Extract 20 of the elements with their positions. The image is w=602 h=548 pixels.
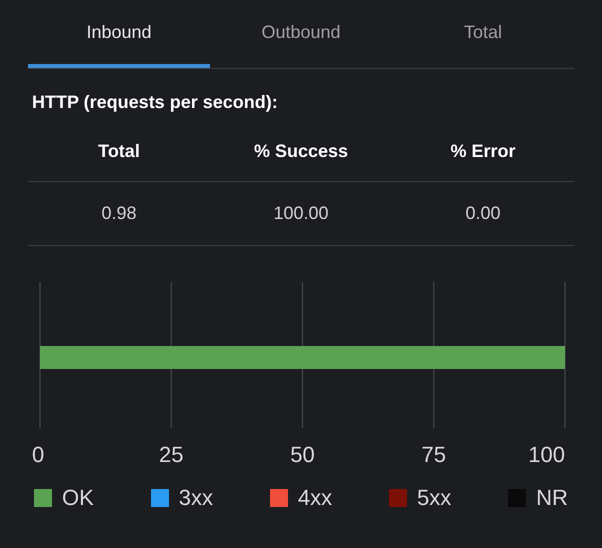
axis-tick-label: 25 [159, 442, 184, 467]
legend-label: OK [62, 484, 94, 512]
column-header: % Success [254, 140, 348, 163]
axis-tick-label: 100 [528, 442, 565, 467]
legend-label: 3xx [178, 484, 213, 512]
tab[interactable]: Total [392, 0, 574, 68]
table-cell-text: 0.98 [101, 202, 137, 225]
section-title: HTTP (requests per second): [32, 91, 279, 114]
axis-tick-label: 0 [32, 442, 44, 467]
axis-tick-label: 50 [290, 442, 315, 467]
table-cell-text: 0.00 [465, 202, 501, 225]
column-header: % Error [450, 140, 516, 163]
tab[interactable]: Inbound [28, 0, 210, 68]
legend-label: NR [536, 484, 568, 512]
column-header: Total [98, 140, 140, 163]
table-cell-text: 100.00 [273, 202, 329, 225]
legend-label: 5xx [417, 484, 452, 512]
legend-label: 4xx [298, 484, 332, 512]
axis-tick-label: 75 [422, 442, 446, 467]
tab[interactable]: Outbound [210, 0, 392, 68]
